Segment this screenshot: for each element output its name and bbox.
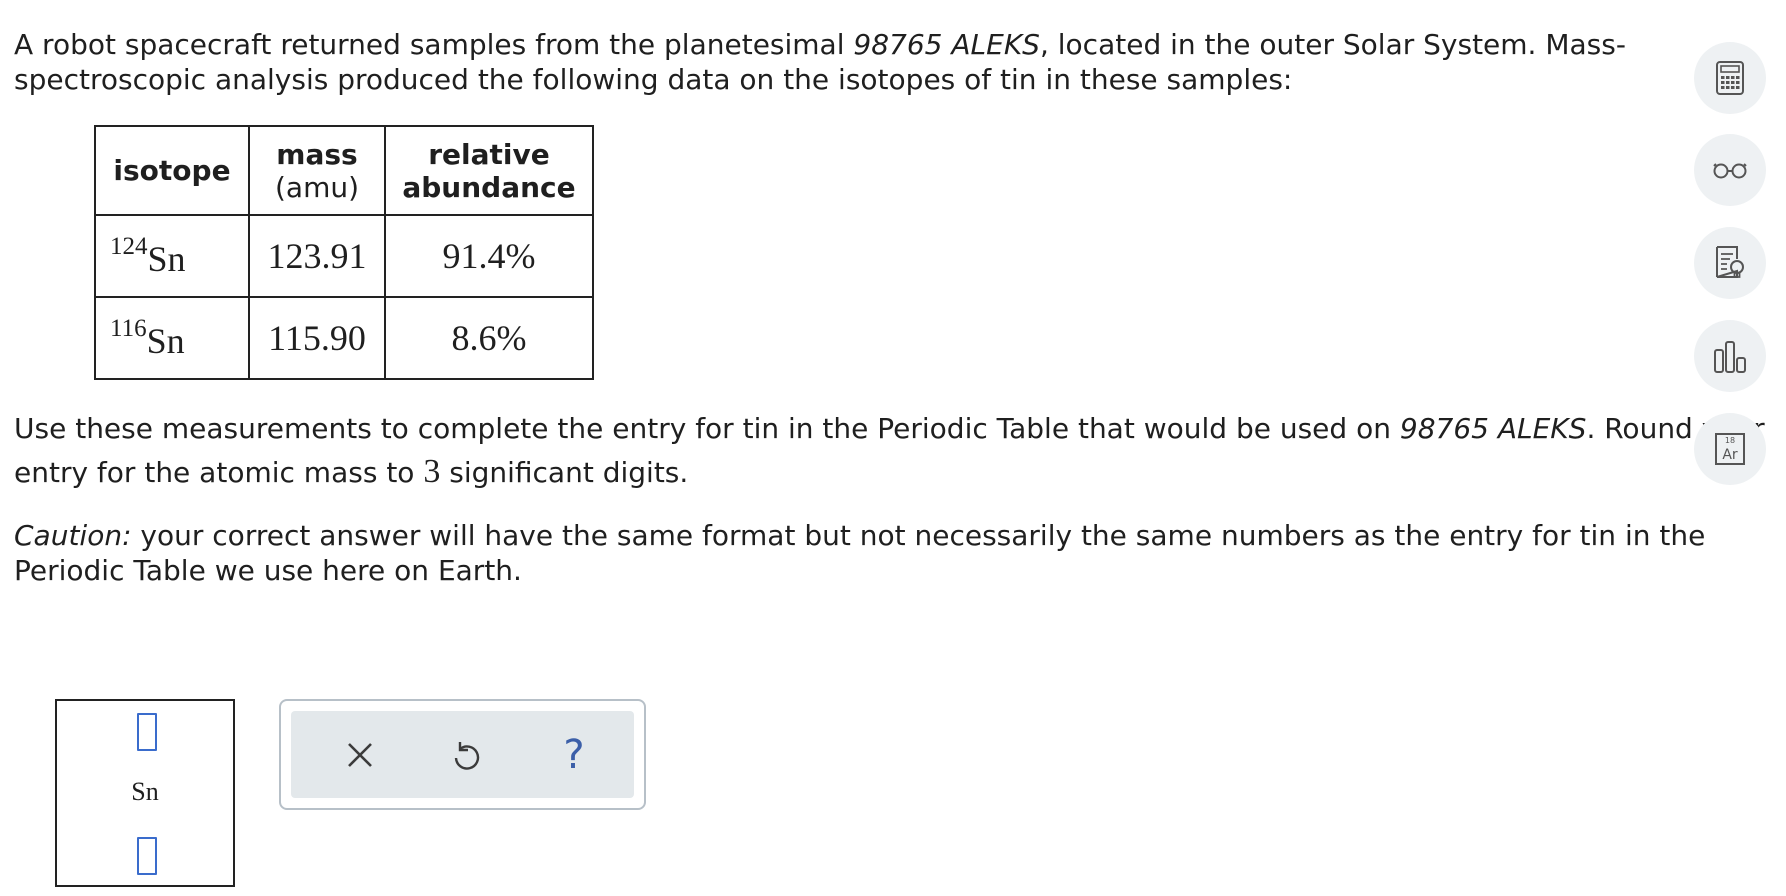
table-row: 124Sn 123.91 91.4% bbox=[94, 214, 594, 298]
hint-icon bbox=[1716, 246, 1744, 278]
table-header-row: isotope mass (amu) relative abundance bbox=[94, 125, 594, 216]
atomic-number-input[interactable] bbox=[137, 713, 157, 751]
periodic-table-number: 18 bbox=[1725, 436, 1735, 445]
instructions-text: Use these measurements to complete the e… bbox=[14, 412, 1765, 490]
periodic-table-entry: Sn bbox=[55, 699, 235, 887]
data-chart-icon bbox=[1714, 341, 1746, 373]
isotope-cell: 116Sn bbox=[94, 296, 250, 380]
periodic-table-icon: 18 Ar bbox=[1715, 433, 1745, 465]
clear-button[interactable] bbox=[325, 711, 395, 798]
periodic-table-symbol: Ar bbox=[1722, 447, 1738, 463]
header-mass: mass (amu) bbox=[248, 125, 386, 216]
header-isotope: isotope bbox=[94, 125, 250, 216]
caution-text: Caution: your correct answer will have t… bbox=[14, 519, 1706, 587]
undo-icon bbox=[454, 741, 480, 770]
abundance-cell: 8.6% bbox=[384, 296, 594, 380]
mass-cell: 123.91 bbox=[248, 214, 386, 298]
atomic-mass-input[interactable] bbox=[137, 837, 157, 875]
calculator-icon bbox=[1716, 61, 1744, 95]
element-symbol: Sn bbox=[131, 777, 159, 806]
isotope-cell: 124Sn bbox=[94, 214, 250, 298]
table-row: 116Sn 115.90 8.6% bbox=[94, 296, 594, 380]
isotope-table: isotope mass (amu) relative abundance 124S… bbox=[94, 125, 594, 380]
mass-cell: 115.90 bbox=[248, 296, 386, 380]
undo-button[interactable] bbox=[431, 711, 501, 798]
close-icon bbox=[348, 742, 372, 767]
abundance-cell: 91.4% bbox=[384, 214, 594, 298]
periodic-table-button[interactable]: 18 Ar bbox=[1694, 413, 1766, 485]
reader-button[interactable] bbox=[1694, 134, 1766, 206]
header-abundance: relative abundance bbox=[384, 125, 594, 216]
help-button[interactable]: ? bbox=[539, 711, 609, 798]
intro-text: A robot spacecraft returned samples from… bbox=[14, 28, 1626, 96]
reader-glasses-icon bbox=[1713, 163, 1747, 179]
hint-button[interactable] bbox=[1694, 227, 1766, 299]
calculator-button[interactable] bbox=[1694, 42, 1766, 114]
planet-name: 98765 ALEKS bbox=[853, 28, 1040, 61]
action-bar: ? bbox=[291, 711, 634, 798]
answer-actions: ? bbox=[279, 699, 646, 810]
data-button[interactable] bbox=[1694, 320, 1766, 392]
